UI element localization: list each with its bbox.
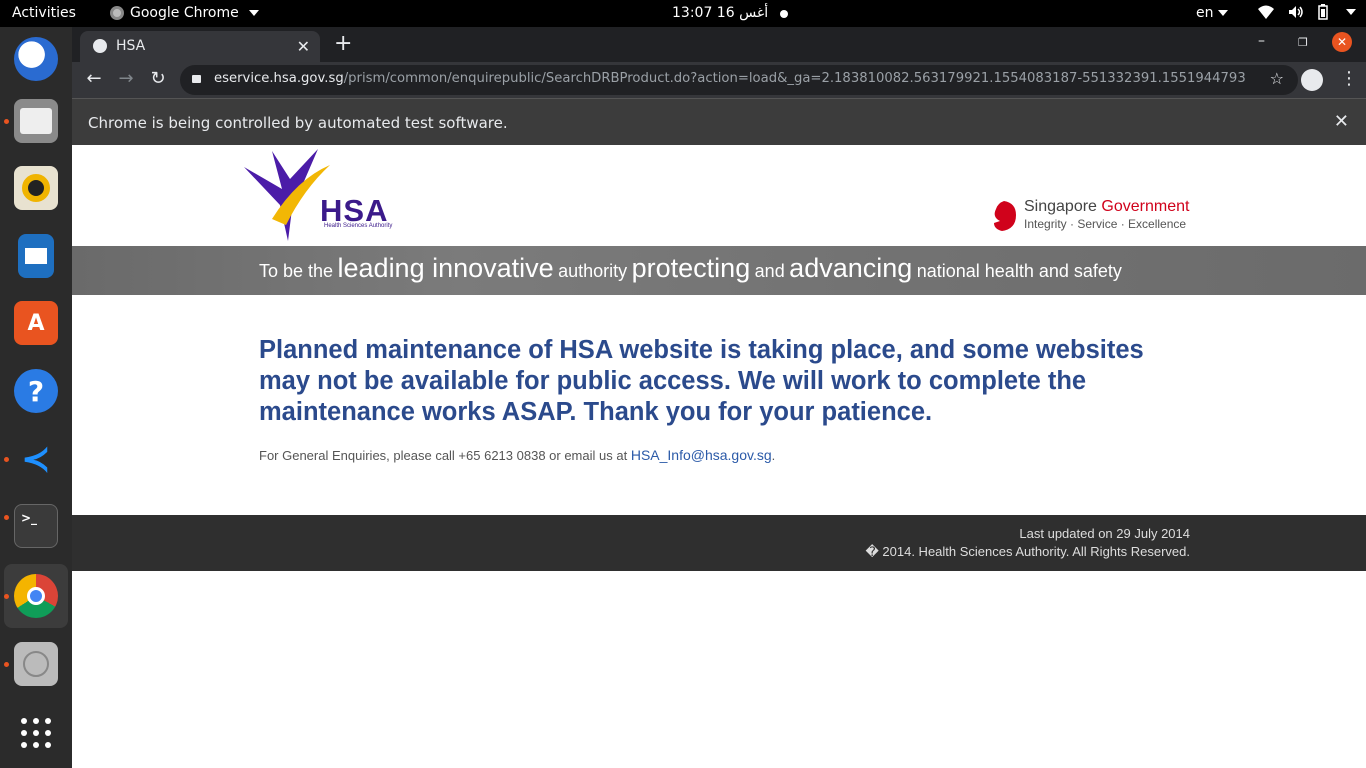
close-infobar-icon[interactable]: ✕ <box>1334 111 1349 132</box>
tagline-word: advancing <box>789 253 913 283</box>
new-tab-button[interactable]: + <box>334 31 352 56</box>
tagline-word: To be the <box>259 261 334 281</box>
chevron-down-icon <box>1346 9 1356 15</box>
tagline: To be the leading innovative authority p… <box>259 253 1122 284</box>
web-page: HSA Health Sciences Authority Singapore … <box>72 145 1366 768</box>
globe-icon <box>93 39 107 53</box>
close-tab-icon[interactable]: ✕ <box>297 37 310 56</box>
tagline-banner: To be the leading innovative authority p… <box>72 246 1366 295</box>
app-menu-label: Google Chrome <box>130 5 239 21</box>
dock-thunderbird[interactable] <box>4 27 68 91</box>
tagline-word: protecting <box>631 253 751 283</box>
wifi-icon <box>1258 5 1274 19</box>
dock-files[interactable] <box>4 89 68 153</box>
url-domain: eservice.hsa.gov.sg <box>214 71 344 86</box>
dock-rhythmbox[interactable] <box>4 156 68 220</box>
dock-chrome[interactable] <box>4 564 68 628</box>
running-indicator <box>4 662 9 667</box>
url-path: /prism/common/enquirepublic/SearchDRBPro… <box>343 71 1246 86</box>
dock-terminal[interactable]: >_ <box>4 494 68 558</box>
tagline-word: national health and safety <box>916 261 1122 281</box>
enquiry-line: For General Enquiries, please call +65 6… <box>259 447 775 463</box>
singapore-government-logo[interactable]: Singapore Government Integrity · Service… <box>990 197 1200 237</box>
chrome-icon <box>14 574 58 618</box>
dock: A ? ≺ >_ <box>0 27 72 768</box>
hsa-logo[interactable]: HSA Health Sciences Authority <box>242 149 412 241</box>
chevron-down-icon <box>248 10 259 16</box>
running-indicator <box>4 457 9 462</box>
address-bar[interactable]: eservice.hsa.gov.sg/prism/common/enquire… <box>180 65 1298 95</box>
clock[interactable]: 13:07 16 أغس <box>672 5 768 21</box>
system-tray[interactable] <box>1258 4 1356 20</box>
tab-strip: HSA ✕ + – ❐ ✕ <box>72 27 1366 62</box>
footer-last-updated: Last updated on 29 July 2014 <box>1019 526 1190 541</box>
running-indicator <box>4 594 9 599</box>
tagline-word: and <box>754 261 785 281</box>
maximize-button[interactable]: ❐ <box>1298 36 1308 49</box>
hsa-logo-subtext: Health Sciences Authority <box>324 223 393 229</box>
tagline-word: authority <box>558 261 628 281</box>
impress-icon <box>18 234 54 278</box>
forward-button[interactable]: → <box>114 68 138 89</box>
dock-help[interactable]: ? <box>4 359 68 423</box>
sg-gov-line2: Integrity · Service · Excellence <box>1024 217 1187 231</box>
reload-button[interactable]: ↻ <box>146 68 170 89</box>
tab-title: HSA <box>116 38 146 54</box>
tagline-word: leading innovative <box>337 253 554 283</box>
notification-dot-icon <box>780 10 788 18</box>
hsa-swoosh-icon <box>244 149 330 241</box>
enquiry-end: . <box>771 448 776 463</box>
app-menu[interactable]: Google Chrome <box>110 5 259 21</box>
enquiry-text: For General Enquiries, please call +65 6… <box>259 448 628 463</box>
grid-icon <box>21 718 51 748</box>
tab-hsa[interactable]: HSA ✕ <box>80 31 320 62</box>
thunderbird-icon <box>14 37 58 81</box>
system-top-bar: Activities Google Chrome 13:07 16 أغس en <box>0 0 1366 27</box>
bookmark-star-icon[interactable]: ☆ <box>1270 69 1284 88</box>
page-footer: Last updated on 29 July 2014 � 2014. Hea… <box>72 515 1366 571</box>
dock-ubuntu-software[interactable]: A <box>4 291 68 355</box>
infobar-message: Chrome is being controlled by automated … <box>88 114 508 132</box>
url-text[interactable]: eservice.hsa.gov.sg/prism/common/enquire… <box>214 71 1246 86</box>
show-applications-button[interactable] <box>4 701 68 765</box>
vscode-icon: ≺ <box>20 438 52 480</box>
close-window-button[interactable]: ✕ <box>1332 32 1352 52</box>
dock-dvd[interactable] <box>4 632 68 696</box>
browser-toolbar: ← → ↻ eservice.hsa.gov.sg/prism/common/e… <box>72 62 1366 98</box>
chevron-down-icon <box>1217 10 1228 16</box>
back-button[interactable]: ← <box>82 68 106 89</box>
lock-icon <box>192 75 201 83</box>
chrome-icon <box>110 6 124 20</box>
terminal-icon: >_ <box>14 504 58 548</box>
sg-gov-singapore: Singapore <box>1024 198 1097 215</box>
enquiry-email-link[interactable]: HSA_Info@hsa.gov.sg <box>631 447 772 463</box>
maintenance-notice: Planned maintenance of HSA website is ta… <box>259 336 1144 426</box>
lion-head-icon <box>994 201 1016 231</box>
sg-gov-line1: Singapore Government <box>1024 198 1189 216</box>
minimize-button[interactable]: – <box>1258 33 1265 49</box>
sg-gov-government: Government <box>1101 198 1190 215</box>
help-icon: ? <box>14 369 58 413</box>
battery-icon <box>1318 4 1328 20</box>
chrome-menu-button[interactable]: ⋮ <box>1340 68 1358 89</box>
automation-infobar: Chrome is being controlled by automated … <box>72 98 1366 145</box>
activities-button[interactable]: Activities <box>12 5 76 21</box>
volume-icon <box>1289 6 1303 18</box>
dock-vscode[interactable]: ≺ <box>4 427 68 491</box>
profile-avatar[interactable] <box>1301 69 1323 91</box>
dock-libreoffice-impress[interactable] <box>4 224 68 288</box>
files-icon <box>14 99 58 143</box>
footer-copyright: � 2014. Health Sciences Authority. All R… <box>865 544 1190 559</box>
disc-icon <box>14 642 58 686</box>
software-icon: A <box>14 301 58 345</box>
running-indicator <box>4 515 9 520</box>
language-label: en <box>1196 5 1214 21</box>
rhythmbox-icon <box>14 166 58 210</box>
language-indicator[interactable]: en <box>1196 5 1228 21</box>
